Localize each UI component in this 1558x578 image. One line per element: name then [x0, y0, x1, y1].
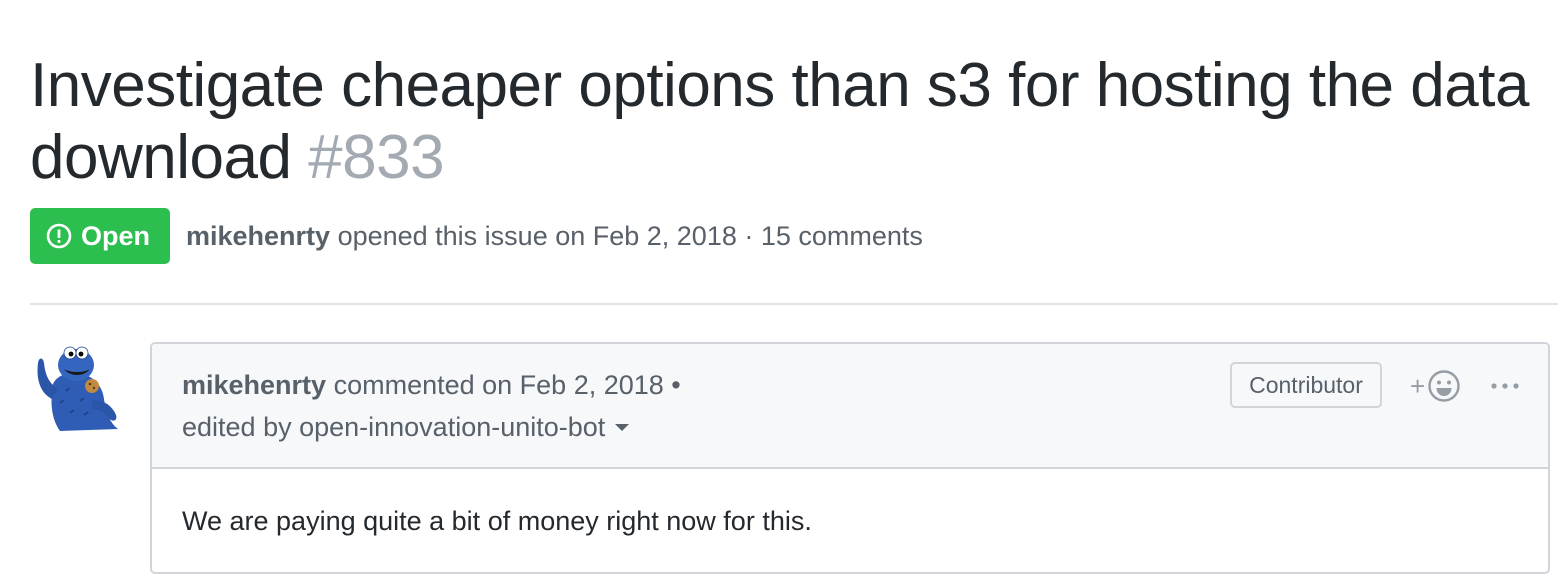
- comment-header: mikehenrty commented on Feb 2, 2018 • ed…: [152, 344, 1548, 469]
- issue-meta: Open mikehenrty opened this issue on Feb…: [30, 208, 923, 264]
- issue-title: Investigate cheaper options than s3 for …: [30, 51, 1529, 192]
- issue-state-badge: Open: [30, 208, 170, 264]
- issue-state-label: Open: [81, 220, 151, 251]
- issue-opened-icon: [46, 223, 72, 249]
- issue-number: #833: [308, 123, 445, 192]
- avatar[interactable]: [30, 343, 120, 433]
- issue-opened-text: opened this issue on Feb 2, 2018 · 15 co…: [330, 220, 923, 251]
- comment-author-link[interactable]: mikehenrty: [182, 370, 326, 400]
- comment-date-text: commented on Feb 2, 2018 •: [326, 370, 681, 400]
- kebab-horizontal-icon: [1491, 383, 1519, 389]
- comment-byline: mikehenrty commented on Feb 2, 2018 •: [182, 370, 681, 401]
- issue-title-heading: Investigate cheaper options than s3 for …: [30, 50, 1550, 194]
- plus-icon: +: [1410, 371, 1426, 401]
- edited-by-text[interactable]: edited by open-innovation-unito-bot: [182, 412, 605, 443]
- header-divider: [30, 303, 1558, 305]
- issue-meta-text: mikehenrty opened this issue on Feb 2, 2…: [186, 221, 923, 252]
- comment-edit-history[interactable]: edited by open-innovation-unito-bot: [182, 412, 630, 443]
- add-reaction-button[interactable]: +: [1410, 368, 1468, 404]
- smiley-icon: [1428, 370, 1460, 402]
- comment-actions-button[interactable]: [1488, 368, 1522, 404]
- contributor-badge: Contributor: [1230, 362, 1382, 408]
- comment-body: We are paying quite a bit of money right…: [182, 506, 812, 536]
- issue-author-link[interactable]: mikehenrty: [186, 221, 330, 251]
- comment-container: mikehenrty commented on Feb 2, 2018 • ed…: [150, 342, 1550, 574]
- chevron-down-icon[interactable]: [615, 424, 630, 431]
